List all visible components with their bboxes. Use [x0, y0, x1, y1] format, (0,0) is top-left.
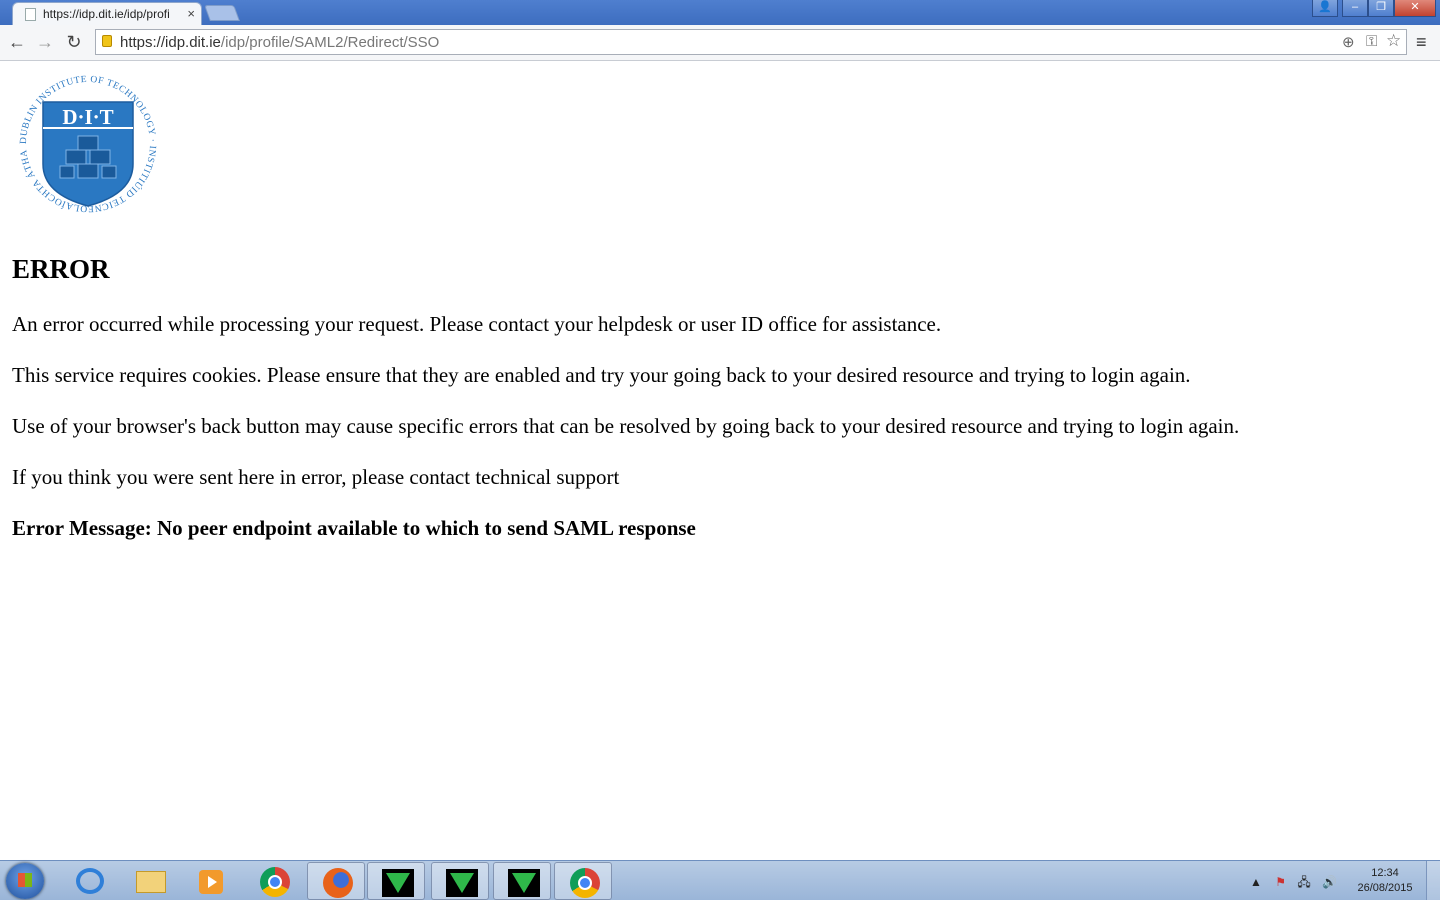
user-icon[interactable]: 👤 — [1312, 0, 1338, 17]
key-icon[interactable]: ⚿ — [1366, 33, 1377, 50]
url-host: https://idp.dit.ie — [120, 34, 221, 51]
taskbar-app-3[interactable] — [493, 862, 551, 900]
v-app-icon — [446, 869, 478, 897]
page-icon — [25, 8, 36, 21]
taskbar-app-1[interactable] — [367, 862, 425, 900]
taskbar-explorer[interactable] — [121, 862, 179, 900]
show-desktop-button[interactable] — [1426, 861, 1440, 900]
taskbar-media-player[interactable] — [182, 862, 240, 900]
url-path: /idp/profile/SAML2/Redirect/SSO — [220, 34, 440, 51]
dit-logo: DUBLIN INSTITUTE OF TECHNOLOGY · INSTITI… — [8, 61, 160, 216]
chrome-icon — [570, 868, 600, 898]
support-notice: If you think you were sent here in error… — [12, 465, 620, 489]
v-app-icon — [382, 869, 414, 897]
media-player-icon — [199, 870, 223, 894]
new-tab-button[interactable] — [204, 5, 240, 21]
taskbar-ie[interactable] — [60, 862, 118, 900]
clock-time: 12:34 — [1371, 867, 1399, 879]
forward-icon[interactable]: → — [35, 32, 55, 52]
v-app-icon — [508, 869, 540, 897]
zoom-icon[interactable]: ⊕ — [1342, 33, 1355, 51]
tab-title: https://idp.dit.ie/idp/profi — [43, 7, 170, 21]
reload-icon[interactable]: ↻ — [64, 32, 84, 52]
address-bar[interactable]: https://idp.dit.ie/idp/profile/SAML2/Red… — [95, 29, 1407, 55]
bookmark-star-icon[interactable]: ☆ — [1386, 31, 1401, 51]
menu-icon[interactable]: ≡ — [1416, 32, 1427, 53]
minimize-button[interactable]: – — [1342, 0, 1368, 17]
page-content: DUBLIN INSTITUTE OF TECHNOLOGY · INSTITI… — [8, 61, 1432, 541]
lock-warning-icon[interactable] — [102, 35, 112, 47]
error-message: Error Message: No peer endpoint availabl… — [12, 516, 696, 540]
taskbar-chrome-active[interactable] — [554, 862, 612, 900]
cookies-notice: This service requires cookies. Please en… — [12, 363, 1191, 387]
tab-close-icon[interactable]: × — [187, 6, 195, 21]
back-button-notice: Use of your browser's back button may ca… — [12, 414, 1240, 438]
browser-toolbar: ← → ↻ https://idp.dit.ie/idp/profile/SAM… — [0, 25, 1440, 61]
taskbar-app-2[interactable] — [431, 862, 489, 900]
error-description: An error occurred while processing your … — [12, 312, 942, 336]
restore-button[interactable]: ❐ — [1368, 0, 1394, 17]
page-title: ERROR — [12, 254, 110, 284]
firefox-icon — [323, 868, 353, 898]
start-button[interactable] — [6, 863, 44, 899]
network-icon[interactable]: 🖧 — [1297, 875, 1310, 889]
internet-explorer-icon — [76, 868, 104, 894]
logo-text: D·I·T — [62, 105, 113, 129]
chrome-icon — [260, 867, 290, 897]
folder-icon — [136, 871, 166, 893]
url-text: https://idp.dit.ie/idp/profile/SAML2/Red… — [120, 34, 439, 51]
browser-titlebar: https://idp.dit.ie/idp/profi × 👤 – ❐ ✕ — [0, 0, 1440, 25]
tab-active[interactable]: https://idp.dit.ie/idp/profi × — [12, 2, 202, 25]
show-hidden-icons[interactable]: ▲ — [1250, 875, 1262, 889]
windows-taskbar: ▲ ⚑ 🖧 🔊 12:34 26/08/2015 — [0, 860, 1440, 900]
taskbar-chrome-pinned[interactable] — [245, 862, 303, 900]
action-center-icon[interactable]: ⚑ — [1275, 875, 1286, 889]
volume-icon[interactable]: 🔊 — [1322, 875, 1337, 889]
system-tray: ▲ ⚑ 🖧 🔊 — [1250, 873, 1337, 894]
back-icon[interactable]: ← — [7, 32, 27, 52]
close-button[interactable]: ✕ — [1394, 0, 1436, 17]
taskbar-clock[interactable]: 12:34 26/08/2015 — [1350, 866, 1420, 896]
clock-date: 26/08/2015 — [1357, 882, 1413, 894]
taskbar-firefox[interactable] — [307, 862, 365, 900]
